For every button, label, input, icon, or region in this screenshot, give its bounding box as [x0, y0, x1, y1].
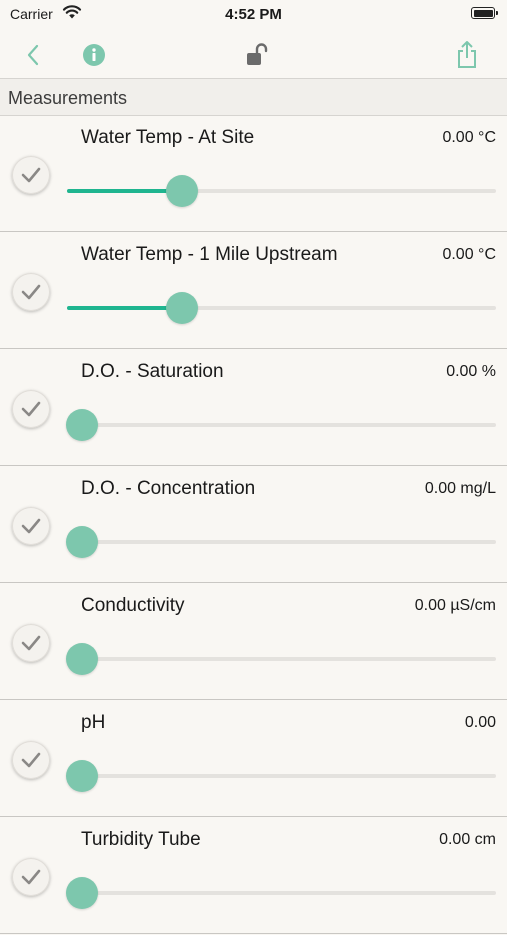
measurement-title: D.O. - Saturation — [81, 361, 224, 382]
measurement-title: Conductivity — [81, 595, 185, 616]
measurement-value: 0.00 µS/cm — [414, 597, 496, 614]
measurements-list: Water Temp - At Site 0.00 °C Water Temp … — [0, 116, 507, 935]
measurement-row: Conductivity 0.00 µS/cm — [0, 584, 507, 700]
measurement-row: Water Temp - 1 Mile Upstream 0.00 °C — [0, 233, 507, 349]
checkmark-button[interactable] — [12, 273, 50, 311]
slider-thumb[interactable] — [165, 175, 198, 207]
checkmark-button[interactable] — [12, 390, 50, 428]
measurement-slider[interactable] — [66, 760, 496, 792]
slider-thumb[interactable] — [66, 877, 98, 909]
measurement-title: D.O. - Concentration — [81, 478, 256, 499]
section-header: Measurements — [0, 79, 507, 116]
measurement-title: Water Temp - At Site — [81, 127, 255, 148]
navigation-bar — [0, 30, 507, 79]
measurement-title: pH — [81, 712, 106, 733]
unlocked-padlock-icon — [247, 43, 268, 65]
slider-fill — [67, 189, 182, 193]
checkmark-button[interactable] — [12, 858, 50, 896]
measurement-slider[interactable] — [66, 409, 496, 441]
chevron-left-icon — [27, 44, 39, 66]
measurement-row: D.O. - Saturation 0.00 % — [0, 350, 507, 466]
slider-thumb[interactable] — [66, 526, 98, 558]
clock: 4:52 PM — [225, 6, 282, 23]
slider-fill — [67, 306, 182, 310]
checkmark-icon — [21, 518, 41, 534]
checkmark-button[interactable] — [12, 507, 50, 545]
measurement-slider[interactable] — [67, 175, 496, 207]
checkmark-icon — [21, 635, 41, 651]
slider-thumb[interactable] — [165, 292, 198, 324]
measurement-row: Water Temp - At Site 0.00 °C — [0, 116, 507, 232]
back-button[interactable] — [16, 38, 50, 72]
checkmark-icon — [21, 284, 41, 300]
info-circle-icon — [83, 44, 105, 66]
checkmark-icon — [21, 869, 41, 885]
measurement-slider[interactable] — [67, 292, 496, 324]
lock-button[interactable] — [240, 38, 274, 72]
info-button[interactable] — [77, 38, 111, 72]
measurement-value: 0.00 % — [446, 363, 496, 380]
measurement-value: 0.00 °C — [442, 129, 496, 146]
share-icon — [458, 41, 476, 68]
checkmark-button[interactable] — [12, 624, 50, 662]
slider-thumb[interactable] — [66, 760, 98, 792]
measurement-value: 0.00 — [464, 714, 496, 731]
slider-thumb[interactable] — [66, 643, 98, 675]
measurement-value: 0.00 mg/L — [424, 480, 496, 497]
checkmark-icon — [21, 167, 41, 183]
section-title: Measurements — [8, 88, 128, 108]
battery-icon — [471, 7, 498, 19]
checkmark-icon — [21, 752, 41, 768]
status-bar: Carrier 4:52 PM — [0, 0, 507, 30]
checkmark-icon — [21, 401, 41, 417]
slider-thumb[interactable] — [66, 409, 98, 441]
measurement-row: pH 0.00 — [0, 701, 507, 817]
measurement-value: 0.00 °C — [442, 246, 496, 263]
measurement-value: 0.00 cm — [439, 831, 496, 848]
measurement-row: Turbidity Tube 0.00 cm — [0, 818, 507, 934]
measurement-row: D.O. - Concentration 0.00 mg/L — [0, 467, 507, 583]
measurement-title: Water Temp - 1 Mile Upstream — [81, 244, 338, 265]
checkmark-button[interactable] — [12, 156, 50, 194]
measurement-slider[interactable] — [66, 526, 496, 558]
checkmark-button[interactable] — [12, 741, 50, 779]
share-button[interactable] — [450, 38, 484, 72]
measurement-slider[interactable] — [66, 877, 496, 909]
measurement-title: Turbidity Tube — [81, 829, 201, 850]
measurement-slider[interactable] — [66, 643, 496, 675]
